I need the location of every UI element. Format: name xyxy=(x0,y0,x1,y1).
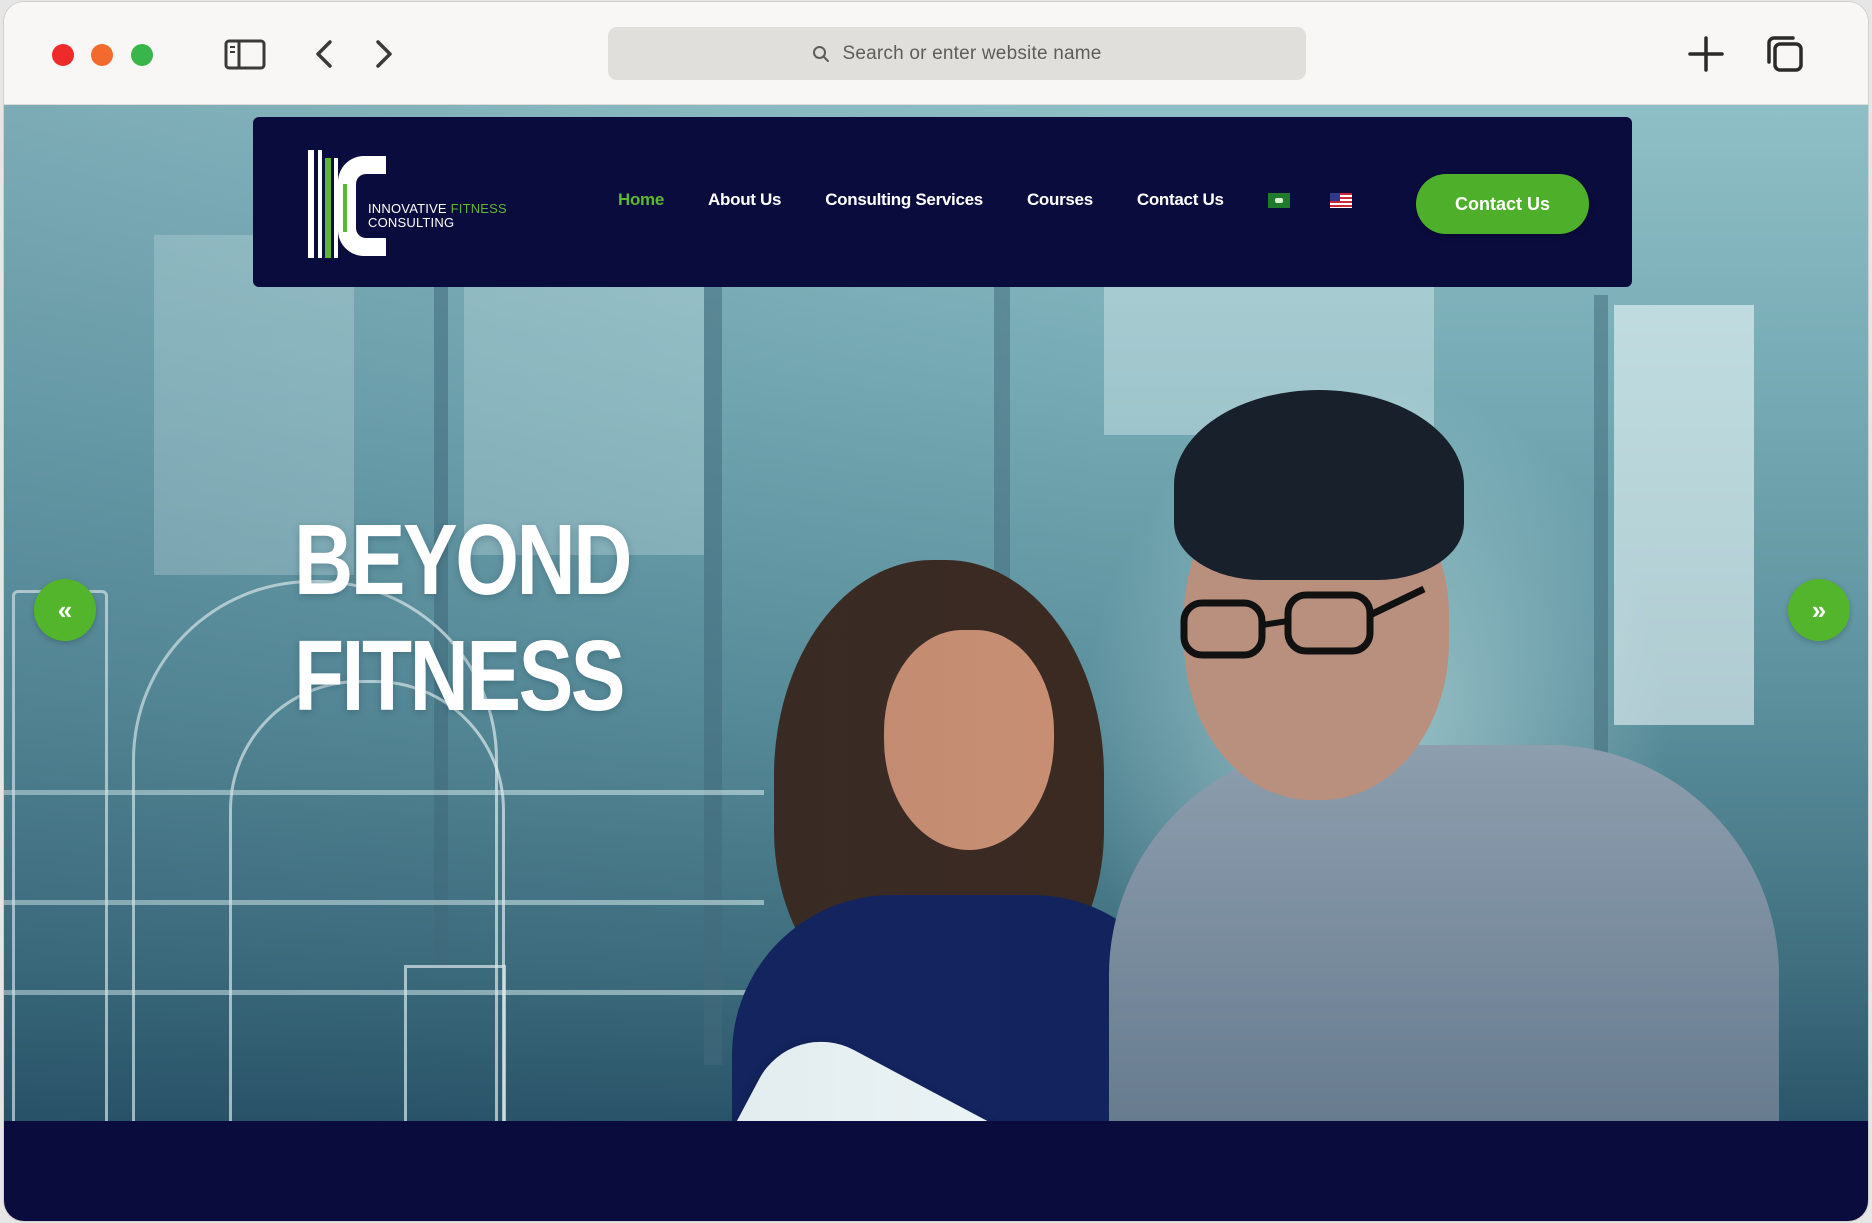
arabic-flag-icon[interactable] xyxy=(1267,192,1290,208)
hero-title-line1: BEYOND xyxy=(294,504,633,616)
logo-text-innovative: INNOVATIVE xyxy=(368,201,451,216)
slider-next-button[interactable]: » xyxy=(1788,579,1850,641)
minimize-window-button[interactable] xyxy=(91,44,113,66)
tab-overview-icon[interactable] xyxy=(1763,32,1807,76)
back-arrow-icon[interactable] xyxy=(308,32,342,76)
section-band xyxy=(4,1121,1868,1221)
nav-consulting-services[interactable]: Consulting Services xyxy=(825,190,983,210)
site-header: INNOVATIVE FITNESS CONSULTING Home About… xyxy=(253,117,1632,287)
hero-title-line2: FITNESS xyxy=(294,620,625,732)
nav-about-us[interactable]: About Us xyxy=(708,190,781,210)
main-nav: Home About Us Consulting Services Course… xyxy=(618,190,1392,210)
close-window-button[interactable] xyxy=(52,44,74,66)
zoom-window-button[interactable] xyxy=(131,44,153,66)
hero-title: BEYOND FITNESS xyxy=(294,502,633,734)
logo-text-consulting: CONSULTING xyxy=(368,215,455,230)
new-tab-plus-icon[interactable] xyxy=(1684,32,1728,76)
nav-home[interactable]: Home xyxy=(618,190,664,210)
slider-prev-button[interactable]: « xyxy=(34,579,96,641)
browser-window: Search or enter website name INNOVATIVE … xyxy=(4,2,1868,1221)
us-flag-icon[interactable] xyxy=(1329,192,1352,208)
nav-contact-us[interactable]: Contact Us xyxy=(1137,190,1224,210)
site-logo[interactable]: INNOVATIVE FITNESS CONSULTING xyxy=(308,150,508,260)
search-icon xyxy=(813,45,830,62)
sidebar-toggle-icon[interactable] xyxy=(222,32,268,76)
address-placeholder: Search or enter website name xyxy=(842,42,1102,64)
contact-us-button[interactable]: Contact Us xyxy=(1416,174,1589,234)
forward-arrow-icon[interactable] xyxy=(366,32,400,76)
address-bar[interactable]: Search or enter website name xyxy=(608,27,1306,80)
logo-text-fitness: FITNESS xyxy=(450,201,507,216)
nav-courses[interactable]: Courses xyxy=(1027,190,1093,210)
browser-toolbar: Search or enter website name xyxy=(4,2,1868,105)
